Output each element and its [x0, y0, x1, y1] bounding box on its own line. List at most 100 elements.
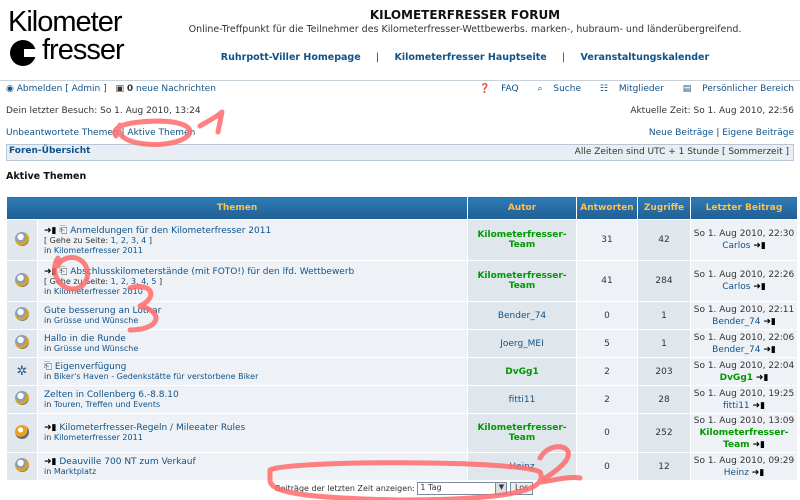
topic-title-link[interactable]: Abschlusskilometerstände (mit FOTO!) für… — [70, 267, 354, 277]
forum-link[interactable]: Marktplatz — [54, 467, 96, 476]
topic-replies: 41 — [576, 260, 638, 302]
goto-new-icon[interactable]: ➜▮ — [44, 267, 57, 277]
page-links[interactable]: 1, 2, 3, 4, 5 — [111, 277, 157, 286]
breadcrumb-forum-index[interactable]: Foren-Übersicht — [9, 146, 90, 156]
last-post-icon[interactable]: ➜▮ — [753, 282, 766, 292]
last-post-user[interactable]: Bender_74 — [712, 345, 760, 355]
topic-forum: in Marktplatz — [44, 467, 96, 476]
last-post-date: So 1. Aug 2010, 22:04 — [693, 360, 795, 371]
members-link[interactable]: ☷ Mitglieder — [592, 84, 664, 94]
topic-author[interactable]: fitti11 — [467, 385, 577, 414]
in-prefix: in — [44, 343, 52, 353]
topic-title-link[interactable]: Hallo in die Runde — [44, 334, 126, 344]
time-filter-label: Beiträge der letzten Zeit anzeigen: — [275, 484, 415, 493]
chevron-down-icon[interactable]: ▼ — [495, 483, 507, 494]
topic-views: 203 — [637, 357, 691, 386]
topic-title-link[interactable]: Zelten in Collenberg 6.-8.8.10 — [44, 390, 179, 400]
topic-views: 1 — [637, 329, 691, 358]
posts-links: Neue Beiträge | Eigene Beiträge — [649, 128, 794, 138]
last-post-user[interactable]: Heinz — [724, 468, 749, 478]
link-ruhrpott-homepage[interactable]: Ruhrpott-Viller Homepage — [221, 52, 361, 63]
last-post-date: So 1. Aug 2010, 22:06 — [693, 332, 795, 343]
messages-text: neue Nachrichten — [136, 84, 216, 94]
topic-title-link[interactable]: Anmeldungen für den Kilometerfresser 201… — [70, 226, 271, 236]
page-links[interactable]: 1, 2, 3, 4 — [111, 236, 147, 245]
header-replies: Antworten — [576, 196, 638, 220]
topic-cell: Hallo in die Runde in Grüsse und Wünsche — [37, 329, 468, 358]
unanswered-topics-link[interactable]: Unbeantwortete Themen — [6, 128, 119, 138]
link-kilometerfresser-main[interactable]: Kilometerfresser Hauptseite — [394, 52, 546, 63]
personal-area-link[interactable]: ▤ Persönlicher Bereich — [675, 84, 794, 94]
topic-status-cell — [6, 413, 38, 453]
topic-status-cell — [6, 219, 38, 261]
table-row: ➜▮ Kilometerfresser-Regeln / Mileeater R… — [6, 413, 798, 453]
time-filter-select[interactable]: 1 Tag ▼ — [417, 482, 508, 495]
last-post-user[interactable]: fitti11 — [723, 401, 750, 411]
site-logo[interactable]: Kilometer fresser — [6, 6, 134, 70]
attachment-icon: ⎗ — [44, 361, 52, 372]
forum-link[interactable]: Kilometerfresser 2011 — [54, 246, 143, 255]
last-post-user[interactable]: DvGg1 — [720, 373, 753, 383]
forum-link[interactable]: Touren, Treffen und Events — [54, 400, 160, 409]
link-event-calendar[interactable]: Veranstaltungskalender — [581, 52, 710, 63]
last-post-icon[interactable]: ➜▮ — [752, 440, 765, 450]
header-views: Zugriffe — [637, 196, 691, 220]
topic-views: 284 — [637, 260, 691, 302]
sticky-topic-icon: ✲ — [16, 364, 28, 379]
forum-link[interactable]: Kilometerfresser 2010 — [54, 287, 143, 296]
announcement-icon — [15, 424, 29, 439]
forum-link[interactable]: Grüsse und Wünsche — [54, 316, 138, 325]
topic-views: 42 — [637, 219, 691, 261]
forum-link[interactable]: Kilometerfresser 2011 — [54, 433, 143, 442]
topic-title-link[interactable]: Gute besserung an Lothar — [44, 306, 161, 316]
topic-cell: ⎗ Eigenverfügung in Biker's Haven - Gede… — [37, 357, 468, 386]
logout-link[interactable]: ◉ Abmelden [ Admin ] — [6, 84, 107, 94]
last-post-icon[interactable]: ➜▮ — [753, 401, 766, 411]
topic-title-link[interactable]: Eigenverfügung — [55, 362, 126, 372]
last-post-icon[interactable]: ➜▮ — [756, 373, 769, 383]
faq-link[interactable]: ❓ FAQ — [471, 84, 519, 94]
in-prefix: in — [44, 372, 52, 381]
topic-forum: in Kilometerfresser 2011 — [44, 433, 143, 442]
topic-replies: 0 — [576, 301, 638, 330]
topic-title-link[interactable]: Deauville 700 NT zum Verkauf — [59, 457, 195, 467]
goto-new-icon[interactable]: ➜▮ — [44, 226, 57, 236]
table-row: Gute besserung an Lothar in Grüsse und W… — [6, 301, 798, 330]
site-description: Online-Treffpunkt für die Teilnehmer des… — [188, 24, 742, 35]
timezone-info: Alle Zeiten sind UTC + 1 Stunde [ Sommer… — [574, 147, 789, 157]
last-post-icon[interactable]: ➜▮ — [763, 345, 776, 355]
goto-new-icon[interactable]: ➜▮ — [44, 423, 57, 433]
new-posts-link[interactable]: Neue Beiträge — [649, 128, 714, 138]
messages-link[interactable]: ▣ 0 neue Nachrichten — [116, 84, 216, 94]
topic-forum: in Kilometerfresser 2011 — [44, 246, 143, 255]
topic-author[interactable]: Heinz — [467, 452, 577, 481]
last-post-icon[interactable]: ➜▮ — [753, 241, 766, 251]
last-post-icon[interactable]: ➜▮ — [763, 317, 776, 327]
topic-title-link[interactable]: Kilometerfresser-Regeln / Mileeater Rule… — [59, 423, 245, 433]
last-post-user[interactable]: Carlos — [722, 241, 750, 251]
goto-new-icon[interactable]: ➜▮ — [44, 457, 57, 467]
own-posts-link[interactable]: Eigene Beiträge — [722, 128, 794, 138]
page-title: Aktive Themen — [6, 171, 87, 182]
topic-author[interactable]: Joerg_MEI — [467, 329, 577, 358]
last-post-user[interactable]: Kilometerfresser-Team — [699, 428, 788, 450]
link-separator: | — [562, 52, 566, 63]
last-post-cell: So 1. Aug 2010, 22:04 DvGg1 ➜▮ — [690, 357, 798, 386]
active-topics-link[interactable]: Aktive Themen — [127, 128, 195, 138]
forum-link[interactable]: Biker's Haven - Gedenkstätte für verstor… — [54, 372, 259, 381]
topic-author[interactable]: Bender_74 — [467, 301, 577, 330]
link-separator: | — [375, 52, 380, 63]
topic-author[interactable]: Kilometerfresser-Team — [467, 219, 577, 261]
search-link[interactable]: ⌕ Suche — [529, 84, 581, 94]
last-post-user[interactable]: Carlos — [722, 282, 750, 292]
topic-cell: ➜▮ Kilometerfresser-Regeln / Mileeater R… — [37, 413, 468, 453]
topic-forum: in Grüsse und Wünsche — [44, 344, 138, 353]
topic-author[interactable]: DvGg1 — [467, 357, 577, 386]
topic-pages: [ Gehe zu Seite: 1, 2, 3, 4 ] — [44, 235, 152, 245]
forum-link[interactable]: Grüsse und Wünsche — [54, 344, 138, 353]
go-button[interactable]: Los — [509, 482, 534, 495]
last-post-user[interactable]: Bender_74 — [712, 317, 760, 327]
topic-author[interactable]: Kilometerfresser-Team — [467, 260, 577, 302]
last-post-icon[interactable]: ➜▮ — [752, 468, 765, 478]
topic-author[interactable]: Kilometerfresser-Team — [467, 413, 577, 453]
